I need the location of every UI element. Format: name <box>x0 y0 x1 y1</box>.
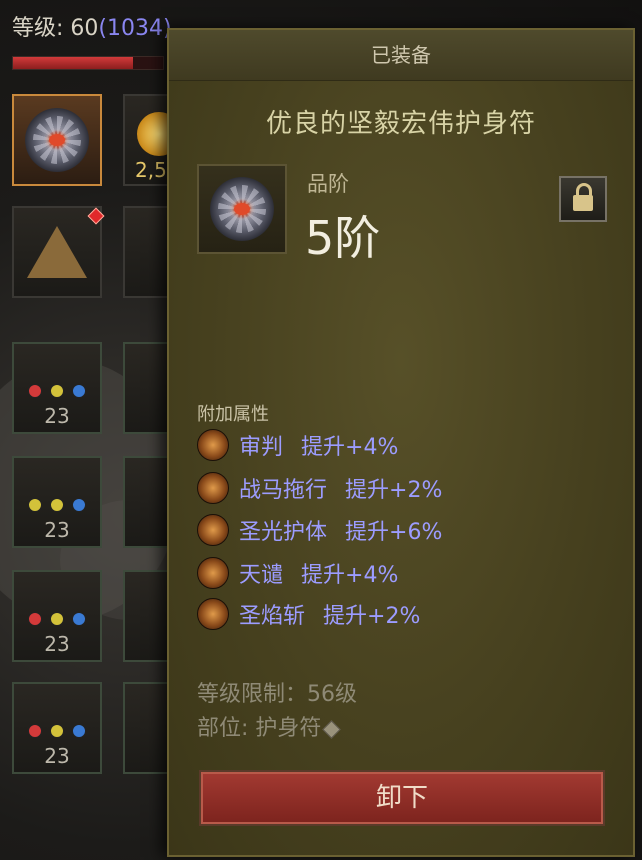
equip-slot-info: 部位: 护身符 <box>197 710 342 742</box>
amulet-icon <box>210 177 274 241</box>
affix-section-label: 附加属性 <box>197 404 269 425</box>
paragon-level: (1034) <box>98 16 172 41</box>
tier-value: 5阶 <box>305 211 381 265</box>
holy-shield-skill-icon <box>197 514 229 546</box>
equip-slot-text: 部位: 护身符 <box>197 716 322 741</box>
topaz-gem-icon <box>50 498 64 512</box>
topaz-gem-icon <box>50 724 64 738</box>
socket-row <box>28 724 86 738</box>
affix-bonus: 提升+4% <box>301 435 399 460</box>
affix-bonus: 提升+4% <box>301 563 399 588</box>
lock-button[interactable] <box>559 176 607 222</box>
amulet-icon <box>25 108 89 172</box>
gem-slot[interactable] <box>123 682 171 774</box>
crest-slot[interactable] <box>12 206 102 298</box>
sapphire-gem-icon <box>72 724 86 738</box>
item-tooltip: 已装备 优良的坚毅宏伟护身符 品阶 5阶 附加属性 审判 提升+4% 战马拖行 … <box>167 28 635 857</box>
topaz-gem-icon <box>28 498 42 512</box>
slot-level: 23 <box>44 632 70 656</box>
level-text: 等级: 60 <box>12 16 99 41</box>
ruby-gem-icon <box>28 724 42 738</box>
crest-icon <box>27 226 87 278</box>
judgment-skill-icon <box>197 429 229 461</box>
level-requirement: 等级限制：56级 <box>197 682 357 707</box>
affix-row: 战马拖行 提升+2% <box>197 471 442 505</box>
affix-skill: 圣光护体 <box>239 520 328 545</box>
gem-slot[interactable] <box>123 456 171 548</box>
gem-slot[interactable]: 23 <box>12 570 102 662</box>
currency-slot[interactable]: 2,5 <box>123 94 181 186</box>
gem-slot[interactable]: 23 <box>12 682 102 774</box>
socket-row <box>28 612 86 626</box>
gem-slot[interactable]: 23 <box>12 456 102 548</box>
gem-slot[interactable] <box>123 570 171 662</box>
topaz-gem-icon <box>50 612 64 626</box>
amulet-slot-icon <box>322 719 342 739</box>
affix-skill: 天谴 <box>239 563 284 588</box>
item-name: 优良的坚毅宏伟护身符 <box>265 109 536 139</box>
affix-skill: 审判 <box>239 435 284 460</box>
wrath-skill-icon <box>197 557 229 589</box>
slot-level: 23 <box>44 518 70 542</box>
sapphire-gem-icon <box>72 384 86 398</box>
affix-bonus: 提升+2% <box>323 604 421 629</box>
item-icon-frame <box>197 164 287 254</box>
slot-level: 23 <box>44 744 70 768</box>
affix-row: 天谴 提升+4% <box>197 556 398 590</box>
affix-skill: 战马拖行 <box>239 478 328 503</box>
sapphire-gem-icon <box>72 498 86 512</box>
gem-slot[interactable] <box>123 342 171 434</box>
charger-skill-icon <box>197 472 229 504</box>
coin-count: 2,5 <box>135 158 167 182</box>
affix-row: 审判 提升+4% <box>197 428 398 462</box>
topaz-gem-icon <box>50 384 64 398</box>
health-bar <box>12 56 164 70</box>
holy-flame-skill-icon <box>197 598 229 630</box>
ruby-gem-icon <box>28 612 42 626</box>
affix-bonus: 提升+2% <box>345 478 443 503</box>
armor-slot[interactable] <box>123 206 171 298</box>
slot-level: 23 <box>44 404 70 428</box>
ruby-gem-icon <box>28 384 42 398</box>
socket-row <box>28 498 86 512</box>
equipped-header: 已装备 <box>169 30 633 81</box>
amulet-slot[interactable] <box>12 94 102 186</box>
lock-icon <box>573 183 593 211</box>
tier-label: 品阶 <box>307 172 349 196</box>
affix-row: 圣焰斩 提升+2% <box>197 597 420 631</box>
character-level: 等级: 60(1034) <box>12 10 172 42</box>
affix-bonus: 提升+6% <box>345 520 443 545</box>
health-bar-fill <box>13 57 133 69</box>
affix-row: 圣光护体 提升+6% <box>197 513 442 547</box>
affix-skill: 圣焰斩 <box>239 604 306 629</box>
unequip-button[interactable]: 卸下 <box>199 770 605 826</box>
socket-row <box>28 384 86 398</box>
gem-slot[interactable]: 23 <box>12 342 102 434</box>
sapphire-gem-icon <box>72 612 86 626</box>
